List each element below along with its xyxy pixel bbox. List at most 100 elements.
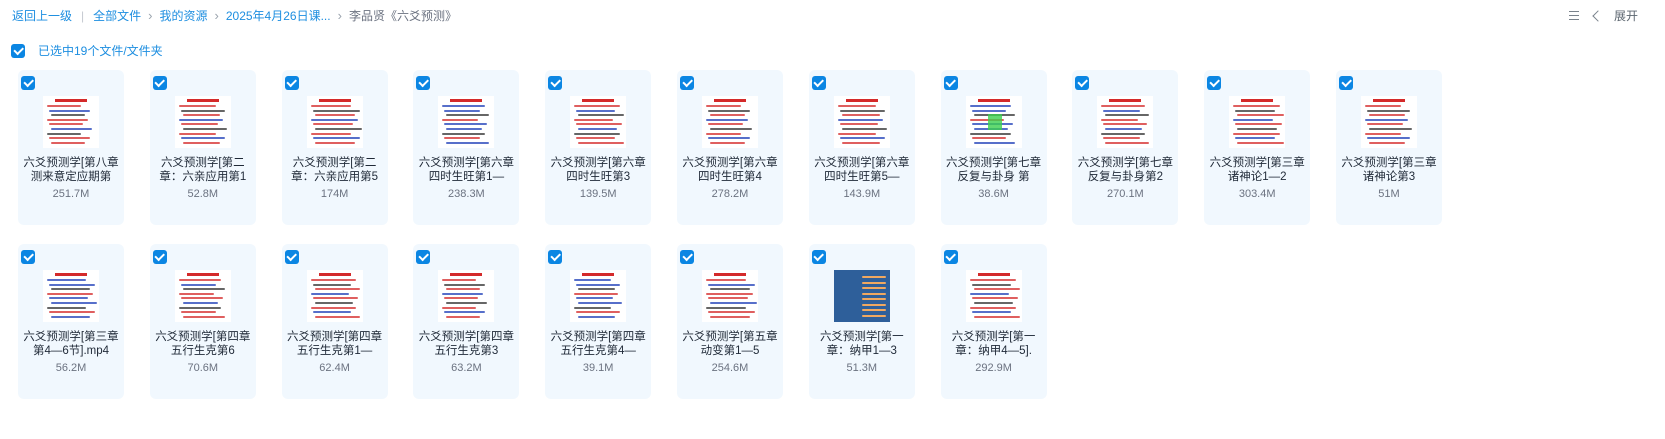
video-thumbnail: [833, 96, 890, 148]
file-checkbox[interactable]: [1207, 76, 1222, 90]
file-name[interactable]: 六爻预测学[第二章：六亲应用第5: [282, 156, 388, 184]
file-checkbox[interactable]: [680, 250, 694, 264]
video-thumbnail: [306, 270, 363, 322]
breadcrumb-separator-icon: ›: [214, 8, 219, 23]
file-card[interactable]: 六爻预测学[第一章：纳甲4—5]. 292.9M: [940, 244, 1047, 399]
check-icon: [418, 76, 429, 88]
file-name[interactable]: 六爻预测学[第二章：六亲应用第1: [150, 156, 256, 184]
file-size: 270.1M: [1107, 188, 1144, 200]
video-thumbnail: [1229, 96, 1286, 148]
file-card[interactable]: 六爻预测学[第三章第4—6节].mp4 56.2M: [18, 244, 124, 399]
chevron-left-icon[interactable]: [1592, 9, 1604, 22]
file-checkbox[interactable]: [811, 76, 826, 90]
file-checkbox[interactable]: [284, 76, 299, 90]
file-name[interactable]: 六爻预测学[第三章第4—6节].mp4: [18, 330, 124, 358]
file-name[interactable]: 六爻预测学[第八章 测来意定应期第: [18, 156, 124, 184]
expand-button[interactable]: 展开: [1614, 7, 1638, 24]
file-card[interactable]: 六爻预测学[第六章 四时生旺第5— 143.9M: [808, 70, 915, 225]
file-checkbox[interactable]: [548, 250, 563, 264]
file-checkbox[interactable]: [943, 250, 958, 264]
file-name[interactable]: 六爻预测学[第六章 四时生旺第1—: [413, 156, 519, 184]
file-checkbox[interactable]: [21, 76, 35, 90]
video-thumbnail: [570, 270, 627, 322]
file-name[interactable]: 六爻预测学[第六章 四时生旺第4: [677, 156, 783, 184]
file-card[interactable]: 六爻预测学[第二章：六亲应用第5 174M: [281, 70, 388, 225]
check-icon: [945, 250, 956, 262]
check-icon: [286, 76, 297, 88]
check-icon: [1340, 76, 1352, 88]
select-all-checkbox[interactable]: [11, 43, 25, 58]
file-checkbox[interactable]: [1075, 76, 1090, 90]
file-size: 139.5M: [579, 188, 617, 200]
file-card[interactable]: 六爻预测学[第八章 测来意定应期第 251.7M: [18, 70, 124, 225]
check-icon: [154, 250, 165, 262]
file-card[interactable]: 六爻预测学[第六章 四时生旺第4 278.2M: [677, 70, 783, 225]
breadcrumb-all-files[interactable]: 全部文件: [93, 7, 141, 24]
file-size: 52.8M: [187, 188, 219, 200]
file-name[interactable]: 六爻预测学[第七章 反复与卦身第2: [1072, 156, 1178, 184]
top-bar: 返回上一级 | 全部文件 › 我的资源 › 2025年4月26日课... › 李…: [0, 0, 1665, 30]
file-name[interactable]: 六爻预测学[第六章 四时生旺第3: [545, 156, 651, 184]
file-card[interactable]: 六爻预测学[第四章 五行生克第1— 62.4M: [281, 244, 388, 399]
file-name[interactable]: 六爻预测学[第七章 反复与卦身 第: [941, 156, 1047, 184]
check-icon: [813, 76, 824, 88]
file-name[interactable]: 六爻预测学[第四章 五行生克第1—: [282, 330, 388, 358]
file-card[interactable]: 六爻预测学[第四章 五行生克第3 63.2M: [413, 244, 520, 399]
file-checkbox[interactable]: [811, 250, 826, 264]
check-icon: [945, 76, 956, 88]
file-card[interactable]: 六爻预测学[第一章：纳甲1—3 51.3M: [808, 244, 915, 399]
breadcrumb-separator-icon: ›: [337, 8, 342, 23]
file-card[interactable]: 六爻预测学[第三章 诸神论第3 51M: [1336, 70, 1442, 225]
check-icon: [813, 250, 824, 262]
breadcrumb-separator-icon: ›: [148, 8, 153, 23]
file-checkbox[interactable]: [416, 76, 431, 90]
file-checkbox[interactable]: [152, 76, 167, 90]
file-card[interactable]: 六爻预测学[第六章 四时生旺第1— 238.3M: [413, 70, 520, 225]
video-thumbnail: [965, 270, 1022, 322]
file-size: 292.9M: [975, 362, 1012, 374]
file-card[interactable]: 六爻预测学[第四章 五行生克第4— 39.1M: [545, 244, 652, 399]
breadcrumb-course-folder[interactable]: 2025年4月26日课...: [226, 7, 331, 24]
list-view-icon[interactable]: [1568, 10, 1580, 22]
file-checkbox[interactable]: [21, 250, 35, 264]
file-name[interactable]: 六爻预测学[第三章 诸神论1—2: [1204, 156, 1310, 184]
file-name[interactable]: 六爻预测学[第四章 五行生克第4—: [545, 330, 651, 358]
video-thumbnail: [43, 270, 99, 322]
file-name[interactable]: 六爻预测学[第一章：纳甲4—5].: [941, 330, 1047, 358]
breadcrumb-my-resources[interactable]: 我的资源: [160, 7, 208, 24]
file-name[interactable]: 六爻预测学[第六章 四时生旺第5—: [809, 156, 915, 184]
check-icon: [154, 76, 165, 88]
file-card[interactable]: 六爻预测学[第七章 反复与卦身 第 38.6M: [940, 70, 1047, 225]
file-card[interactable]: 六爻预测学[第四章 五行生克第6 70.6M: [149, 244, 256, 399]
video-thumbnail: [438, 96, 495, 148]
file-checkbox[interactable]: [416, 250, 431, 264]
file-card[interactable]: 六爻预测学[第七章 反复与卦身第2 270.1M: [1072, 70, 1179, 225]
file-size: 70.6M: [187, 362, 219, 374]
video-thumbnail: [438, 270, 495, 322]
file-card[interactable]: 六爻预测学[第五章 动变第1—5 254.6M: [677, 244, 783, 399]
file-size: 39.1M: [582, 362, 614, 374]
file-checkbox[interactable]: [548, 76, 563, 90]
check-icon: [22, 250, 34, 262]
file-size: 51M: [1378, 188, 1400, 200]
file-checkbox[interactable]: [943, 76, 958, 90]
file-checkbox[interactable]: [680, 76, 694, 90]
back-link[interactable]: 返回上一级: [12, 7, 72, 24]
breadcrumb: 返回上一级 | 全部文件 › 我的资源 › 2025年4月26日课... › 李…: [12, 7, 457, 24]
check-icon: [286, 250, 297, 262]
file-name[interactable]: 六爻预测学[第四章 五行生克第3: [413, 330, 519, 358]
file-checkbox[interactable]: [1339, 76, 1353, 90]
video-thumbnail: [965, 96, 1022, 148]
file-name[interactable]: 六爻预测学[第一章：纳甲1—3: [809, 330, 915, 358]
file-card[interactable]: 六爻预测学[第三章 诸神论1—2 303.4M: [1204, 70, 1311, 225]
file-checkbox[interactable]: [284, 250, 299, 264]
check-icon: [550, 76, 561, 88]
file-name[interactable]: 六爻预测学[第五章 动变第1—5: [677, 330, 783, 358]
file-name[interactable]: 六爻预测学[第三章 诸神论第3: [1336, 156, 1442, 184]
breadcrumb-divider: |: [81, 8, 85, 23]
file-card[interactable]: 六爻预测学[第六章 四时生旺第3 139.5M: [545, 70, 652, 225]
file-card[interactable]: 六爻预测学[第二章：六亲应用第1 52.8M: [149, 70, 256, 225]
file-size: 303.4M: [1238, 188, 1276, 200]
file-checkbox[interactable]: [152, 250, 167, 264]
file-name[interactable]: 六爻预测学[第四章 五行生克第6: [150, 330, 256, 358]
